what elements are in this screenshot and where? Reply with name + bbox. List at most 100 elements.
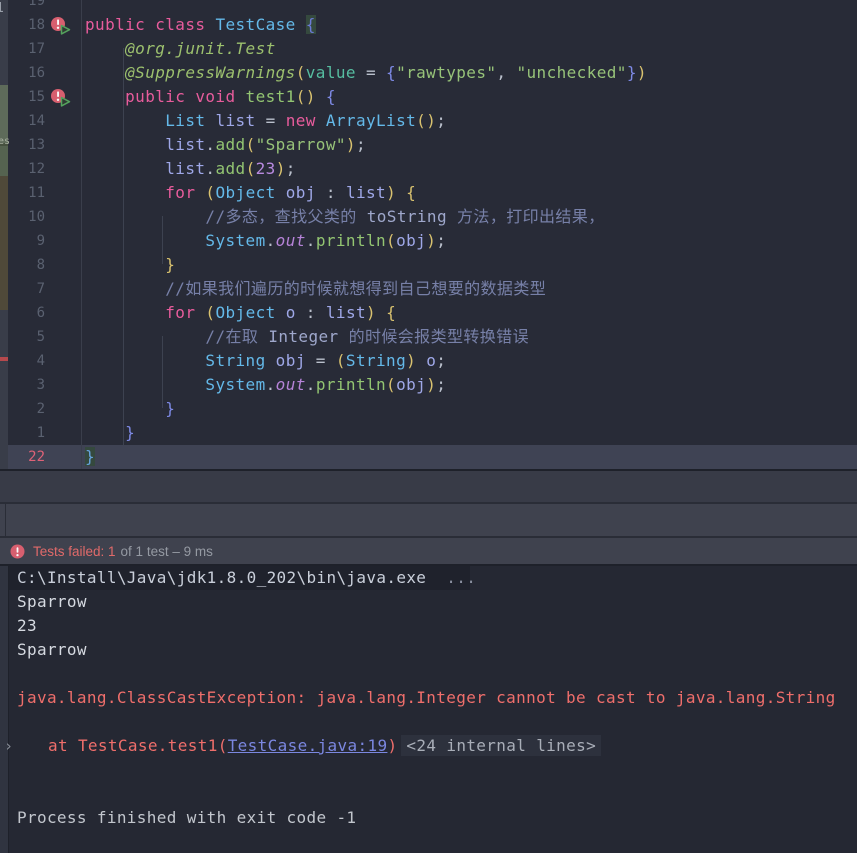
gutter-icon-slot <box>45 445 81 469</box>
gutter-icon-slot <box>45 301 81 325</box>
gutter-icon-slot <box>45 133 81 157</box>
code-editor[interactable]: 1918public class TestCase {17 @org.junit… <box>0 0 857 470</box>
code-line[interactable]: 14 List list = new ArrayList(); <box>0 109 857 133</box>
clipped-text-fragment: es <box>0 135 10 148</box>
folded-lines-badge[interactable]: <24 internal lines> <box>401 735 601 756</box>
code-text[interactable]: @org.junit.Test <box>81 37 276 61</box>
code-text[interactable]: //在取 Integer 的时候会报类型转换错误 <box>81 325 529 349</box>
tests-failed-count: Tests failed: 1 <box>33 544 116 559</box>
editor-rows: 1918public class TestCase {17 @org.junit… <box>0 0 857 469</box>
gutter-icon-slot <box>45 421 81 445</box>
gutter-icon-slot <box>45 109 81 133</box>
code-text[interactable]: for (Object obj : list) { <box>81 181 416 205</box>
gutter-icon-slot <box>45 397 81 421</box>
run-console[interactable]: C:\Install\Java\jdk1.8.0_202\bin\java.ex… <box>0 566 857 853</box>
command-line-fold[interactable]: ... <box>426 568 476 587</box>
gutter-icon-slot <box>45 229 81 253</box>
console-output-text: Process finished with exit code -1 <box>17 808 356 827</box>
gutter-icon-slot <box>45 61 81 85</box>
code-line[interactable]: 5 //在取 Integer 的时候会报类型转换错误 <box>0 325 857 349</box>
code-line[interactable]: 12 list.add(23); <box>0 157 857 181</box>
error-stripe-mark <box>0 357 8 361</box>
gutter-icon-slot <box>45 37 81 61</box>
console-output-text: java.lang.ClassCastException: java.lang.… <box>17 688 836 707</box>
toolbar-band <box>0 504 857 536</box>
console-line-out: Sparrow <box>0 638 857 662</box>
code-text[interactable]: public void test1() { <box>81 85 336 109</box>
code-line[interactable]: 11 for (Object obj : list) { <box>0 181 857 205</box>
code-text[interactable]: } <box>81 421 135 445</box>
console-line-out: Sparrow <box>0 590 857 614</box>
console-line-out: 23 <box>0 614 857 638</box>
fold-chevron-icon[interactable]: › <box>4 734 13 758</box>
tests-summary: of 1 test – 9 ms <box>121 544 213 559</box>
console-rows: C:\Install\Java\jdk1.8.0_202\bin\java.ex… <box>0 566 857 830</box>
code-line[interactable]: 6 for (Object o : list) { <box>0 301 857 325</box>
code-text[interactable]: List list = new ArrayList(); <box>81 109 446 133</box>
gutter-icon-slot <box>45 85 81 109</box>
code-text[interactable]: System.out.println(obj); <box>81 229 446 253</box>
command-line-text: C:\Install\Java\jdk1.8.0_202\bin\java.ex… <box>17 568 426 587</box>
console-line-blank <box>0 758 857 782</box>
gutter-icon-slot <box>45 373 81 397</box>
console-output-text: Sparrow <box>17 592 87 611</box>
code-text[interactable]: for (Object o : list) { <box>81 301 396 325</box>
code-line[interactable]: 9 System.out.println(obj); <box>0 229 857 253</box>
stacktrace-text: ) <box>387 736 397 755</box>
code-text[interactable]: //如果我们遍历的时候就想得到自己想要的数据类型 <box>81 277 546 301</box>
left-edge-strip <box>0 310 8 470</box>
indent-guide <box>162 216 163 264</box>
code-text[interactable]: //多态，查找父类的 toString 方法，打印出结果， <box>81 205 605 229</box>
console-line-blank <box>0 710 857 734</box>
code-text[interactable]: String obj = (String) o; <box>81 349 446 373</box>
indent-guide <box>123 48 124 445</box>
gutter-icon-slot <box>45 0 81 13</box>
stacktrace-text: at TestCase.test1( <box>48 736 228 755</box>
gutter-icon-slot <box>45 181 81 205</box>
ide-window: 1918public class TestCase {17 @org.junit… <box>0 0 857 853</box>
left-edge-strip <box>0 146 8 176</box>
gutter-icon-slot <box>45 325 81 349</box>
console-line-cmd: C:\Install\Java\jdk1.8.0_202\bin\java.ex… <box>0 566 857 590</box>
gutter-icon-slot <box>45 157 81 181</box>
code-text[interactable]: } <box>81 445 95 469</box>
console-line-sys: Process finished with exit code -1 <box>0 806 857 830</box>
code-line[interactable]: 18public class TestCase { <box>0 13 857 37</box>
code-line[interactable]: 10 //多态，查找父类的 toString 方法，打印出结果， <box>0 205 857 229</box>
indent-guide <box>162 336 163 408</box>
gutter-icon-slot <box>45 253 81 277</box>
console-line-blank <box>0 782 857 806</box>
current-code-line[interactable]: 22} <box>0 445 857 469</box>
code-text[interactable]: @SuppressWarnings(value = {"rawtypes", "… <box>81 61 647 85</box>
console-line-err: java.lang.ClassCastException: java.lang.… <box>0 686 857 710</box>
code-line[interactable]: 8 } <box>0 253 857 277</box>
code-text[interactable]: list.add(23); <box>81 157 296 181</box>
clipped-text-fragment: 1 <box>0 2 4 15</box>
gutter-icon-slot <box>45 349 81 373</box>
gutter-icon-slot <box>45 13 81 37</box>
left-edge-strip <box>0 176 8 310</box>
console-output-text: Sparrow <box>17 640 87 659</box>
code-line[interactable]: 3 System.out.println(obj); <box>0 373 857 397</box>
stacktrace-link[interactable]: TestCase.java:19 <box>228 736 388 755</box>
code-line[interactable]: 13 list.add("Sparrow"); <box>0 133 857 157</box>
code-line[interactable]: 16 @SuppressWarnings(value = {"rawtypes"… <box>0 61 857 85</box>
code-line[interactable]: 2 } <box>0 397 857 421</box>
code-text[interactable]: public class TestCase { <box>81 13 316 37</box>
test-status-bar: Tests failed: 1 of 1 test – 9 ms <box>0 538 857 564</box>
gutter-icon-slot <box>45 277 81 301</box>
gutter-icon-slot <box>45 205 81 229</box>
gutter-separator <box>81 0 82 470</box>
code-line[interactable]: 17 @org.junit.Test <box>0 37 857 61</box>
empty-band <box>0 471 857 502</box>
console-output-text: 23 <box>17 616 37 635</box>
console-line-blank <box>0 662 857 686</box>
code-line[interactable]: 15 public void test1() { <box>0 85 857 109</box>
code-text[interactable]: System.out.println(obj); <box>81 373 446 397</box>
code-line[interactable]: 4 String obj = (String) o; <box>0 349 857 373</box>
code-line[interactable]: 19 <box>0 0 857 13</box>
code-line[interactable]: 1 } <box>0 421 857 445</box>
tests-failed-icon <box>10 544 25 559</box>
console-line-trace[interactable]: › at TestCase.test1(TestCase.java:19)<24 … <box>0 734 857 758</box>
code-line[interactable]: 7 //如果我们遍历的时候就想得到自己想要的数据类型 <box>0 277 857 301</box>
